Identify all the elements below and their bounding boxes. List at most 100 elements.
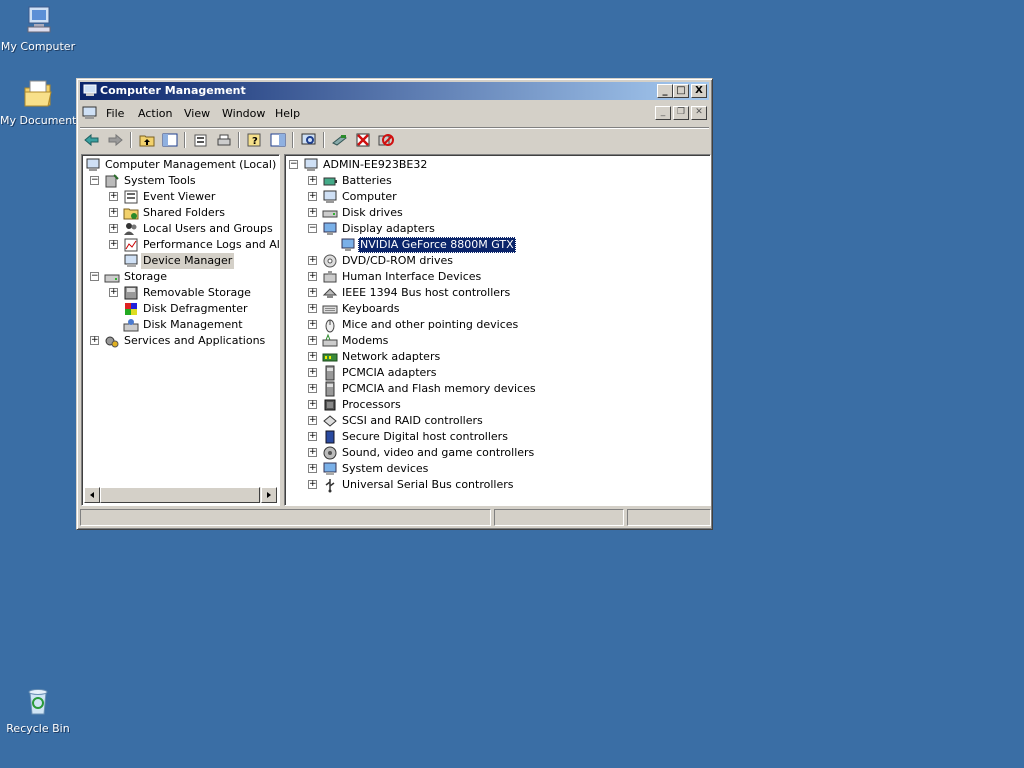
device-category-human-interface-devices[interactable]: + Human Interface Devices <box>285 269 705 285</box>
device-item-nvidia-geforce-8800m-gtx[interactable]: NVIDIA GeForce 8800M GTX <box>285 237 705 253</box>
tree-item-local-users-and-groups[interactable]: + Local Users and Groups <box>82 221 277 237</box>
device-category-computer[interactable]: + Computer <box>285 189 705 205</box>
device-category-mice-and-other-pointing-devices[interactable]: + Mice and other pointing devices <box>285 317 705 333</box>
horizontal-scrollbar[interactable] <box>84 487 277 503</box>
expand-icon[interactable]: + <box>109 240 118 249</box>
update-driver-button[interactable] <box>330 131 350 149</box>
tree-item-device-manager[interactable]: Device Manager <box>82 253 277 269</box>
menu-action[interactable]: Action <box>138 107 172 120</box>
expand-icon[interactable]: + <box>308 304 317 313</box>
tree-item-storage[interactable]: − Storage <box>82 269 277 285</box>
expand-icon[interactable]: + <box>109 288 118 297</box>
close-button[interactable]: X <box>691 84 707 98</box>
show-action-pane-button[interactable] <box>268 131 288 149</box>
scroll-thumb[interactable] <box>100 487 260 503</box>
expand-icon[interactable]: + <box>308 208 317 217</box>
svg-text:?: ? <box>252 136 258 147</box>
desktop-icon-my-computer[interactable]: My Computer <box>0 4 76 53</box>
expand-icon[interactable]: + <box>90 336 99 345</box>
perf-icon <box>123 237 139 253</box>
expand-icon[interactable]: + <box>308 320 317 329</box>
device-category-pcmcia-and-flash-memory-devices[interactable]: + PCMCIA and Flash memory devices <box>285 381 705 397</box>
device-tree-root-label: ADMIN-EE923BE32 <box>323 158 428 171</box>
collapse-icon[interactable]: − <box>90 176 99 185</box>
device-category-modems[interactable]: + Modems <box>285 333 705 349</box>
menu-help[interactable]: Help <box>275 107 300 120</box>
device-category-universal-serial-bus-controllers[interactable]: + Universal Serial Bus controllers <box>285 477 705 493</box>
device-tree-root[interactable]: − ADMIN-EE923BE32 <box>285 157 705 173</box>
minimize-button[interactable]: _ <box>657 84 673 98</box>
mmc-document-icon[interactable] <box>82 106 98 121</box>
tree-item-system-tools[interactable]: − System Tools <box>82 173 277 189</box>
child-minimize-button[interactable]: _ <box>655 106 671 120</box>
collapse-icon[interactable]: − <box>289 160 298 169</box>
show-hide-tree-button[interactable] <box>160 131 180 149</box>
expand-icon[interactable]: + <box>308 192 317 201</box>
expand-icon[interactable]: + <box>308 432 317 441</box>
tree-item-shared-folders[interactable]: + Shared Folders <box>82 205 277 221</box>
scan-hardware-button[interactable] <box>299 131 319 149</box>
maximize-button[interactable]: □ <box>673 84 689 98</box>
expand-icon[interactable]: + <box>109 208 118 217</box>
desktop-icon-recycle-bin[interactable]: Recycle Bin <box>0 686 76 735</box>
device-category-network-adapters[interactable]: + Network adapters <box>285 349 705 365</box>
device-category-batteries[interactable]: + Batteries <box>285 173 705 189</box>
child-close-button[interactable]: ✕ <box>691 106 707 120</box>
device-category-display-adapters[interactable]: − Display adapters <box>285 221 705 237</box>
computer-management-icon <box>83 84 97 97</box>
menu-view[interactable]: View <box>184 107 210 120</box>
expand-icon[interactable]: + <box>109 224 118 233</box>
device-category-secure-digital-host-controllers[interactable]: + Secure Digital host controllers <box>285 429 705 445</box>
tree-item-event-viewer[interactable]: + Event Viewer <box>82 189 277 205</box>
tree-item-services-and-applications[interactable]: + Services and Applications <box>82 333 277 349</box>
up-one-level-button[interactable] <box>137 131 157 149</box>
hid-icon <box>322 269 338 285</box>
expand-icon[interactable]: + <box>308 448 317 457</box>
device-category-disk-drives[interactable]: + Disk drives <box>285 205 705 221</box>
expand-icon[interactable]: + <box>109 192 118 201</box>
disable-button[interactable] <box>376 131 396 149</box>
properties-button[interactable] <box>191 131 211 149</box>
expand-icon[interactable]: + <box>308 352 317 361</box>
expand-icon[interactable]: + <box>308 176 317 185</box>
collapse-icon[interactable]: − <box>90 272 99 281</box>
device-category-sound-video-and-game-controllers[interactable]: + Sound, video and game controllers <box>285 445 705 461</box>
menu-file[interactable]: File <box>106 107 124 120</box>
device-category-scsi-and-raid-controllers[interactable]: + SCSI and RAID controllers <box>285 413 705 429</box>
device-category-dvd-cd-rom-drives[interactable]: + DVD/CD-ROM drives <box>285 253 705 269</box>
tree-item-computer-management-local[interactable]: Computer Management (Local) <box>82 157 277 173</box>
tree-item-disk-management[interactable]: Disk Management <box>82 317 277 333</box>
expand-icon[interactable]: + <box>308 464 317 473</box>
help-button[interactable]: ? <box>245 131 265 149</box>
tree-item-disk-defragmenter[interactable]: Disk Defragmenter <box>82 301 277 317</box>
tree-item-label: Services and Applications <box>124 334 266 347</box>
expand-icon[interactable]: + <box>308 272 317 281</box>
tree-item-removable-storage[interactable]: + Removable Storage <box>82 285 277 301</box>
back-button[interactable] <box>82 131 102 149</box>
expand-icon[interactable]: + <box>308 256 317 265</box>
expand-icon[interactable]: + <box>308 368 317 377</box>
device-category-ieee-1394-bus-host-controllers[interactable]: + IEEE 1394 Bus host controllers <box>285 285 705 301</box>
scroll-left-button[interactable] <box>84 487 100 503</box>
collapse-icon[interactable]: − <box>308 224 317 233</box>
menu-window[interactable]: Window <box>222 107 265 120</box>
device-category-pcmcia-adapters[interactable]: + PCMCIA adapters <box>285 365 705 381</box>
title-bar[interactable]: Computer Management _ □ X <box>80 82 709 100</box>
tree-item-performance-logs-and-alerts[interactable]: + Performance Logs and Alerts <box>82 237 279 253</box>
expand-icon[interactable]: + <box>308 416 317 425</box>
expand-icon[interactable]: + <box>308 480 317 489</box>
forward-button[interactable] <box>105 131 125 149</box>
expand-icon[interactable]: + <box>308 288 317 297</box>
device-category-processors[interactable]: + Processors <box>285 397 705 413</box>
device-category-keyboards[interactable]: + Keyboards <box>285 301 705 317</box>
expand-icon[interactable]: + <box>308 336 317 345</box>
scroll-right-button[interactable] <box>261 487 277 503</box>
desktop-icon-my-documents[interactable]: My Documents <box>0 78 82 127</box>
child-restore-button[interactable]: ❐ <box>673 106 689 120</box>
device-category-system-devices[interactable]: + System devices <box>285 461 705 477</box>
print-button[interactable] <box>214 131 234 149</box>
expand-icon[interactable]: + <box>308 400 317 409</box>
expand-icon[interactable]: + <box>308 384 317 393</box>
uninstall-button[interactable] <box>353 131 373 149</box>
mouse-icon <box>322 317 338 333</box>
